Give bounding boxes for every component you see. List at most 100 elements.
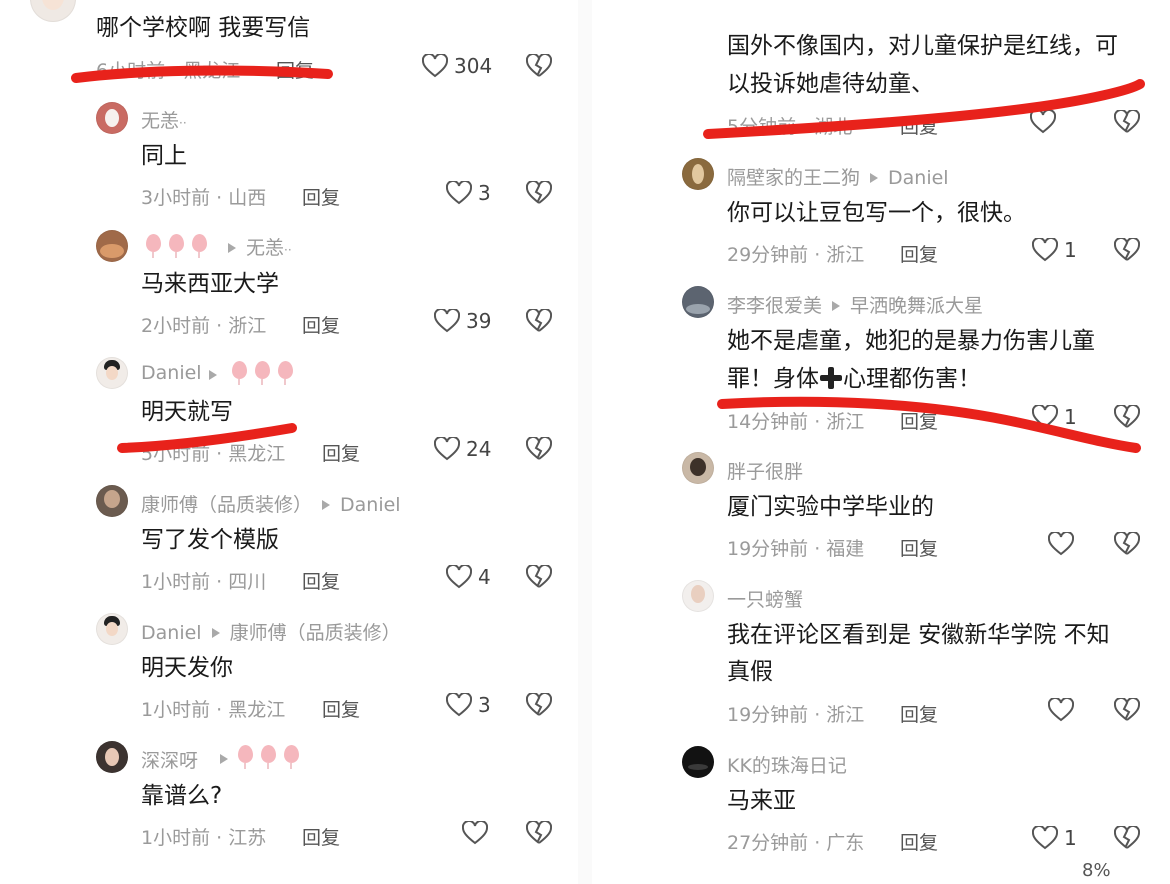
reply-button[interactable]: 回复	[302, 823, 340, 850]
reply-button[interactable]: 回复	[322, 695, 360, 722]
comment-text-line1: 国外不像国内，对儿童保护是红线，可	[727, 33, 1118, 59]
commenter-name[interactable]: 隔壁家的王二狗 Daniel	[727, 163, 949, 190]
dislike-button[interactable]	[1114, 698, 1140, 722]
like-button[interactable]: 3	[446, 181, 491, 205]
commenter-name[interactable]: Daniel	[141, 362, 202, 384]
commenter-name[interactable]: 无恙··	[141, 106, 187, 133]
like-button[interactable]	[1048, 532, 1074, 556]
reply-button[interactable]: 回复	[302, 311, 340, 338]
dislike-button[interactable]	[526, 437, 552, 461]
avatar[interactable]	[682, 580, 714, 612]
broken-heart-icon	[1114, 238, 1140, 261]
commenter-name[interactable]: 李李很爱美 早洒晚舞派大星	[727, 291, 983, 318]
heart-icon	[446, 181, 472, 205]
heart-icon	[1048, 698, 1074, 722]
avatar[interactable]	[682, 452, 714, 484]
broken-heart-icon	[526, 437, 552, 460]
avatar[interactable]	[96, 230, 128, 262]
dislike-button[interactable]	[526, 821, 552, 845]
dislike-button[interactable]	[1114, 238, 1140, 262]
like-count: 39	[466, 309, 492, 333]
reply-button[interactable]: 回复	[302, 183, 340, 210]
like-count: 1	[1064, 826, 1077, 850]
like-button[interactable]: 1	[1032, 238, 1077, 262]
like-button[interactable]: 3	[446, 693, 491, 717]
comment-meta: 2小时前 · 浙江	[141, 315, 267, 337]
avatar[interactable]	[682, 746, 714, 778]
reply-button[interactable]: 回复	[900, 828, 938, 855]
reply-button[interactable]: 回复	[302, 567, 340, 594]
like-button[interactable]: 24	[434, 437, 491, 461]
reply-button[interactable]: 回复	[900, 407, 938, 434]
commenter-name[interactable]: 深深呀	[141, 746, 198, 773]
heart-icon	[1048, 532, 1074, 556]
commenter-name[interactable]: Daniel 康师傅（品质装修）	[141, 618, 401, 645]
dislike-button[interactable]	[1114, 110, 1140, 134]
comment-text: 明天就写	[141, 399, 233, 425]
avatar[interactable]	[96, 485, 128, 517]
dislike-button[interactable]	[526, 693, 552, 717]
like-button[interactable]: 1	[1032, 405, 1077, 429]
heart-icon	[1032, 238, 1058, 262]
reply-button[interactable]: 回复	[900, 700, 938, 727]
heart-icon	[1032, 405, 1058, 429]
like-button[interactable]	[1030, 110, 1056, 134]
commenter-name[interactable]: 一只螃蟹	[727, 585, 803, 612]
avatar[interactable]	[30, 0, 76, 22]
commenter-name[interactable]: 胖子很胖	[727, 457, 803, 484]
dislike-button[interactable]	[526, 181, 552, 205]
like-count: 1	[1064, 405, 1077, 429]
like-count: 304	[454, 54, 493, 78]
comment-text: 靠谱么?	[141, 783, 223, 809]
reply-arrow-icon	[870, 172, 879, 183]
like-button[interactable]: 4	[446, 565, 491, 589]
balloon-decoration	[146, 234, 207, 258]
dislike-button[interactable]	[1114, 405, 1140, 429]
commenter-name[interactable]: 康师傅（品质装修） Daniel	[141, 490, 401, 517]
dislike-button[interactable]	[526, 54, 552, 78]
comment-meta: 19分钟前 · 福建	[727, 538, 865, 560]
like-button[interactable]	[462, 821, 494, 845]
like-button[interactable]: 39	[434, 309, 491, 333]
reply-button[interactable]: 回复	[276, 56, 314, 83]
comment-text: 写了发个模版	[141, 527, 279, 553]
avatar[interactable]	[96, 357, 128, 389]
broken-heart-icon	[526, 181, 552, 204]
reply-arrow-icon	[211, 627, 220, 638]
reply-button[interactable]: 回复	[322, 439, 360, 466]
comment-text-line1: 我在评论区看到是 安徽新华学院 不知	[727, 622, 1110, 648]
plus-emoji-icon	[820, 367, 842, 389]
comment-text-line2: 罪！身体 心理都伤害！	[727, 366, 981, 392]
avatar[interactable]	[96, 613, 128, 645]
broken-heart-icon	[526, 693, 552, 716]
like-count: 24	[466, 437, 492, 461]
avatar[interactable]	[682, 286, 714, 318]
reply-button[interactable]: 回复	[900, 240, 938, 267]
comment-meta: 5分钟前 · 湖北	[727, 116, 853, 138]
comment-meta: 1小时前 · 四川	[141, 571, 267, 593]
dislike-button[interactable]	[526, 309, 552, 333]
comment-meta: 1小时前 · 黑龙江	[141, 699, 286, 721]
avatar[interactable]	[96, 102, 128, 134]
dislike-button[interactable]	[526, 565, 552, 589]
dislike-button[interactable]	[1114, 826, 1140, 850]
reply-button[interactable]: 回复	[900, 534, 938, 561]
like-button[interactable]	[1048, 698, 1074, 722]
left-comment-panel: 哪个学校啊 我要写信 6小时前 · 黑龙江 回复 304 无恙·· 同上 3小时…	[0, 0, 578, 884]
avatar[interactable]	[682, 158, 714, 190]
comment-text: 马来亚	[727, 788, 796, 814]
like-count: 3	[478, 181, 491, 205]
heart-icon	[422, 54, 448, 78]
heart-icon	[446, 565, 472, 589]
like-button[interactable]: 1	[1032, 826, 1077, 850]
broken-heart-icon	[1114, 405, 1140, 428]
commenter-name[interactable]: KK的珠海日记	[727, 751, 847, 778]
dislike-button[interactable]	[1114, 532, 1140, 556]
broken-heart-icon	[1114, 698, 1140, 721]
comment-text: 同上	[141, 143, 187, 169]
broken-heart-icon	[526, 309, 552, 332]
reply-button[interactable]: 回复	[900, 112, 938, 139]
like-button[interactable]: 304	[422, 54, 492, 78]
reply-to-name[interactable]: 无恙··	[222, 233, 292, 260]
avatar[interactable]	[96, 741, 128, 773]
